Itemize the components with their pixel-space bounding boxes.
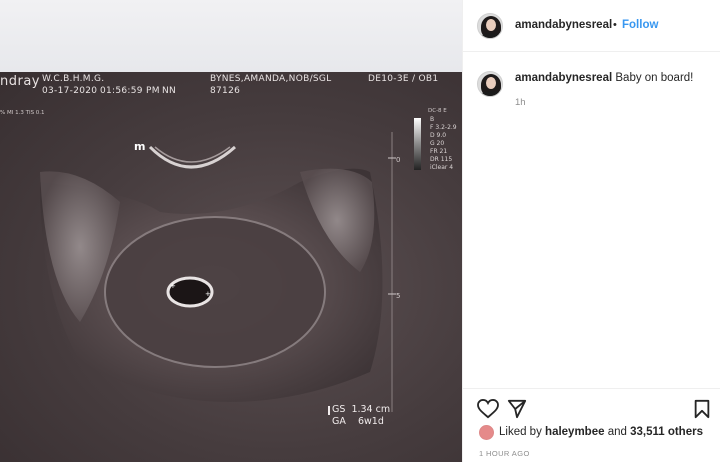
header-username[interactable]: amandabynesreal	[515, 19, 612, 31]
ultrasound-screen: + +	[0, 72, 462, 462]
heart-icon[interactable]	[477, 399, 499, 419]
measurement-bar	[328, 406, 330, 415]
post-header: amandabynesreal • Follow	[463, 0, 720, 52]
gs-value: 1.34 cm	[351, 404, 391, 415]
caption-text: Baby on board!	[615, 72, 694, 84]
param-line: G 20	[430, 140, 445, 147]
ga-value: 6w1d	[357, 416, 384, 427]
post-age[interactable]: 1 HOUR AGO	[479, 449, 530, 458]
ultrasound-params: B F 3.2-2.9 D 9.0 G 20 FR 21 DR 115 iCle…	[430, 116, 457, 172]
ultrasound-mode: DC-8 E	[428, 108, 447, 114]
param-line: DR 115	[430, 156, 453, 163]
gs-label: GS	[332, 404, 346, 415]
caption-avatar[interactable]	[477, 71, 503, 97]
ultrasound-patient-id: 87126	[210, 86, 241, 96]
depth-five-label: 5	[396, 292, 401, 300]
share-icon[interactable]	[507, 399, 527, 419]
photo-background-ceiling	[0, 0, 462, 72]
ultrasound-time: 01:56:59 PM	[100, 86, 160, 96]
param-line: FR 21	[430, 148, 448, 155]
liked-prefix: Liked by	[499, 426, 542, 438]
param-line: iClear 4	[430, 164, 454, 171]
caption-timestamp[interactable]: 1h	[515, 97, 526, 108]
ultrasound-mi-tis: % MI 1.3 TIS 0.1	[0, 110, 45, 116]
param-line: D 9.0	[430, 132, 447, 139]
liked-connector: and	[607, 426, 627, 438]
liked-user[interactable]: haleymbee	[545, 426, 604, 438]
post-panel: amandabynesreal • Follow amandabynesreal…	[462, 0, 720, 462]
liked-count[interactable]: 33,511 others	[630, 426, 703, 438]
depth-zero-label: 0	[396, 156, 401, 164]
ga-label: GA	[332, 416, 346, 427]
ultrasound-probe: DE10-3E / OB1	[368, 74, 439, 84]
bookmark-icon[interactable]	[693, 399, 711, 419]
ultrasound-brand: ndray	[0, 74, 40, 89]
avatar[interactable]	[477, 13, 503, 39]
post-caption: amandabynesreal Baby on board!	[515, 72, 693, 84]
ultrasound-scan-image: + +	[40, 132, 396, 412]
svg-text:+: +	[205, 290, 211, 298]
measurement-box: GS 1.34 cm GA 6w1d	[328, 404, 391, 428]
param-line: B	[430, 116, 435, 123]
follow-button[interactable]: Follow	[622, 19, 658, 31]
ultrasound-facility: W.C.B.H.M.G.	[42, 74, 105, 84]
ultrasound-patient: BYNES,AMANDA,NOB/SGL	[210, 74, 332, 84]
grayscale-bar	[414, 118, 421, 170]
liker-avatar[interactable]	[479, 425, 494, 440]
ultrasound-marker: m	[134, 140, 146, 153]
post-photo[interactable]: + + ndray W.C.B.H.M.G. 03-17-2020 01:56:…	[0, 0, 462, 462]
param-line: F 3.2-2.9	[430, 124, 457, 131]
header-separator: •	[613, 19, 617, 31]
likes-summary: Liked by haleymbee and 33,511 others	[499, 426, 703, 438]
ultrasound-code: NN	[162, 86, 177, 96]
ultrasound-date: 03-17-2020	[42, 86, 98, 96]
caption-username[interactable]: amandabynesreal	[515, 72, 612, 84]
svg-text:+: +	[170, 282, 176, 290]
